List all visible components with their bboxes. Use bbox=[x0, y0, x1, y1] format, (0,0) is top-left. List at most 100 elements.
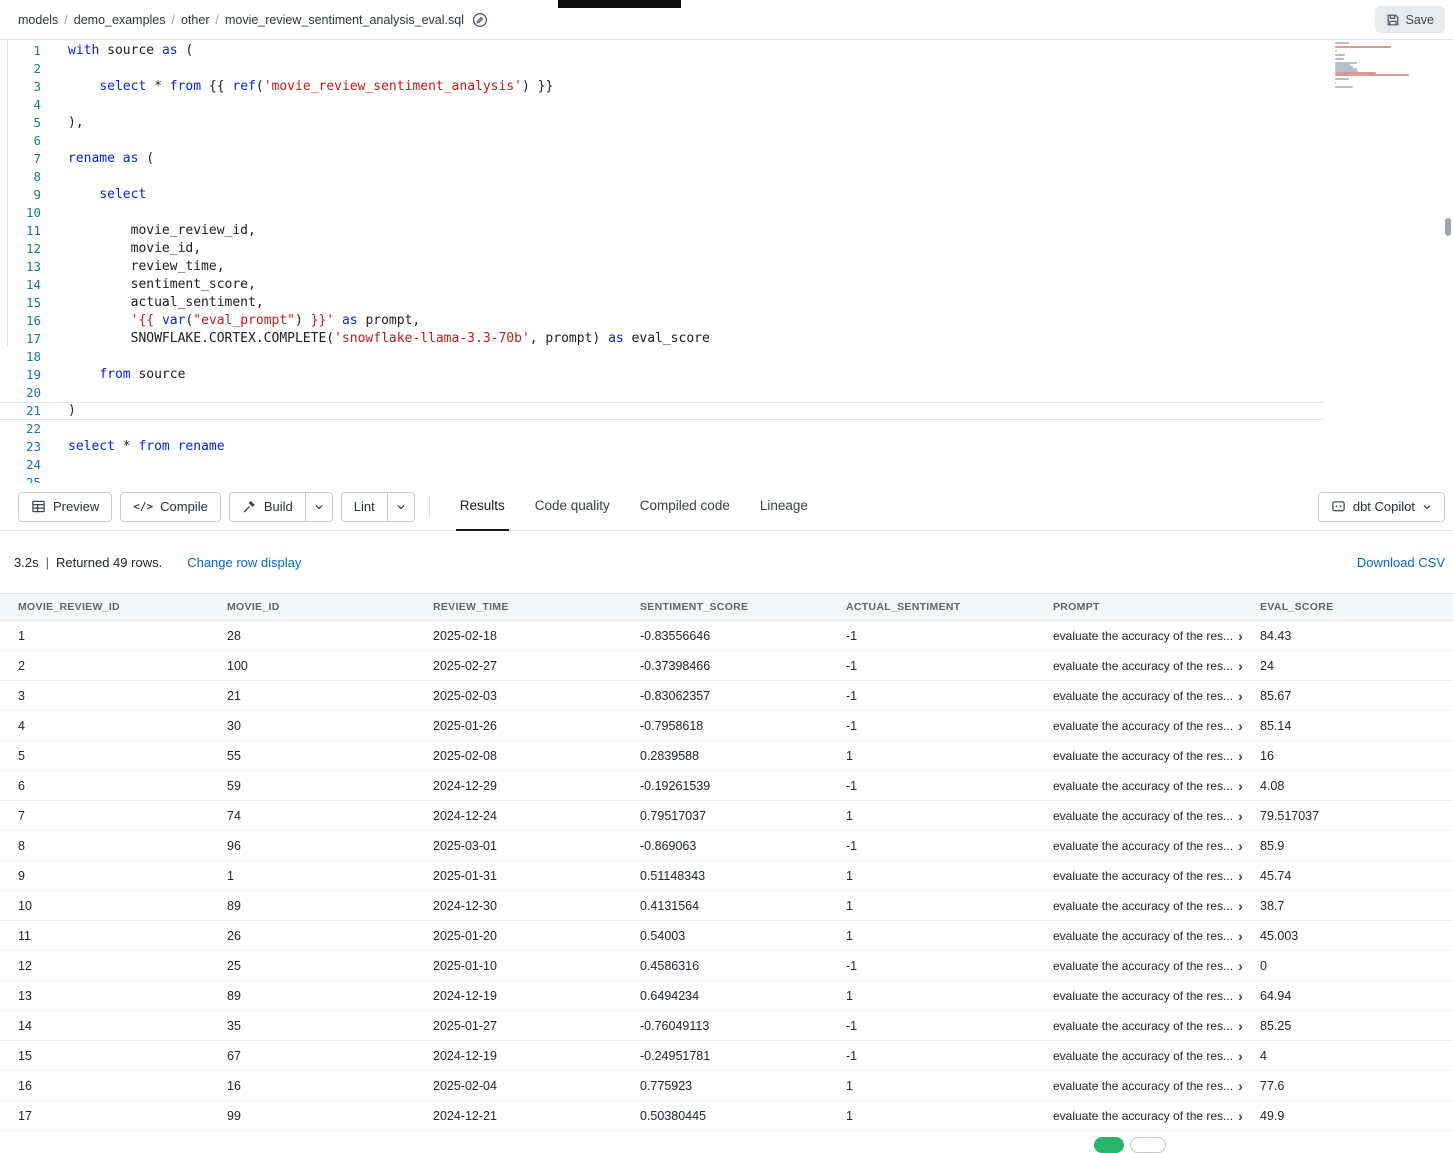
table-row: 17992024-12-210.503804451evaluate the ac… bbox=[0, 1101, 1453, 1131]
editor-line[interactable]: 9 select bbox=[0, 186, 1453, 204]
expand-prompt-icon[interactable]: › bbox=[1238, 899, 1243, 913]
build-button[interactable]: Build bbox=[229, 492, 306, 522]
editor-line[interactable]: 19 from source bbox=[0, 366, 1453, 384]
change-row-display-link[interactable]: Change row display bbox=[187, 555, 301, 570]
column-header-actual-sentiment: ACTUAL_SENTIMENT bbox=[846, 601, 1053, 613]
table-cell: 59 bbox=[227, 779, 433, 793]
expand-prompt-icon[interactable]: › bbox=[1238, 809, 1243, 823]
expand-prompt-icon[interactable]: › bbox=[1238, 629, 1243, 643]
table-cell: 1 bbox=[846, 929, 1053, 943]
table-cell: -1 bbox=[846, 719, 1053, 733]
editor-scrollbar-thumb[interactable] bbox=[1445, 218, 1451, 236]
tab-compiled-code[interactable]: Compiled code bbox=[636, 483, 734, 531]
breadcrumb-item[interactable]: other bbox=[181, 13, 210, 27]
editor-line[interactable]: 24 bbox=[0, 456, 1453, 474]
expand-prompt-icon[interactable]: › bbox=[1238, 1109, 1243, 1123]
download-csv-link[interactable]: Download CSV bbox=[1357, 555, 1445, 570]
table-cell: 74 bbox=[227, 809, 433, 823]
expand-prompt-icon[interactable]: › bbox=[1238, 1019, 1243, 1033]
tab-results[interactable]: Results bbox=[456, 483, 509, 531]
table-cell: 8 bbox=[18, 839, 227, 853]
editor-line[interactable]: 10 bbox=[0, 204, 1453, 222]
editor-line[interactable]: 15 actual_sentiment, bbox=[0, 294, 1453, 312]
prompt-preview: evaluate the accuracy of the res... bbox=[1053, 899, 1233, 913]
minimap-line bbox=[1335, 78, 1349, 80]
editor-line[interactable]: 6 bbox=[0, 132, 1453, 150]
expand-prompt-icon[interactable]: › bbox=[1238, 839, 1243, 853]
breadcrumb-item[interactable]: demo_examples bbox=[74, 13, 166, 27]
table-cell: -1 bbox=[846, 839, 1053, 853]
code-text: SNOWFLAKE.CORTEX.COMPLETE('snowflake-lla… bbox=[68, 330, 710, 348]
editor-line[interactable]: 14 sentiment_score, bbox=[0, 276, 1453, 294]
status-separator: | bbox=[46, 555, 49, 570]
expand-prompt-icon[interactable]: › bbox=[1238, 929, 1243, 943]
dbt-copilot-button[interactable]: dbt Copilot bbox=[1318, 492, 1445, 522]
table-row: 12252025-01-100.4586316-1evaluate the ac… bbox=[0, 951, 1453, 981]
table-cell: 4 bbox=[18, 719, 227, 733]
editor-line[interactable]: 23select * from rename bbox=[0, 438, 1453, 456]
code-editor[interactable]: 1with source as (23 select * from {{ ref… bbox=[0, 40, 1453, 483]
editor-line[interactable]: 5), bbox=[0, 114, 1453, 132]
editor-line[interactable]: 18 bbox=[0, 348, 1453, 366]
editor-line[interactable]: 4 bbox=[0, 96, 1453, 114]
floating-action-button[interactable] bbox=[1094, 1137, 1124, 1153]
breadcrumb-separator: / bbox=[172, 13, 175, 27]
expand-prompt-icon[interactable]: › bbox=[1238, 719, 1243, 733]
editor-line[interactable]: 16 '{{ var("eval_prompt") }}' as prompt, bbox=[0, 312, 1453, 330]
prompt-cell: evaluate the accuracy of the res...› bbox=[1053, 959, 1260, 973]
table-cell: 1 bbox=[846, 809, 1053, 823]
table-cell: 77.6 bbox=[1260, 1079, 1453, 1093]
prompt-cell: evaluate the accuracy of the res...› bbox=[1053, 659, 1260, 673]
expand-prompt-icon[interactable]: › bbox=[1238, 959, 1243, 973]
code-text: rename as ( bbox=[68, 150, 154, 168]
table-cell: 25 bbox=[227, 959, 433, 973]
left-panel-border bbox=[7, 40, 8, 346]
expand-prompt-icon[interactable]: › bbox=[1238, 989, 1243, 1003]
table-cell: 2024-12-19 bbox=[433, 1049, 640, 1063]
editor-line[interactable]: 11 movie_review_id, bbox=[0, 222, 1453, 240]
table-cell: -1 bbox=[846, 659, 1053, 673]
lint-button[interactable]: Lint bbox=[341, 492, 388, 522]
table-cell: 1 bbox=[846, 749, 1053, 763]
minimap[interactable] bbox=[1335, 42, 1432, 92]
breadcrumb-item[interactable]: movie_review_sentiment_analysis_eval.sql bbox=[225, 13, 464, 27]
compile-button[interactable]: </> Compile bbox=[120, 492, 221, 522]
editor-line[interactable]: 25 bbox=[0, 474, 1453, 483]
editor-line[interactable]: 21) bbox=[0, 402, 1323, 420]
editor-line[interactable]: 20 bbox=[0, 384, 1453, 402]
tab-lineage[interactable]: Lineage bbox=[756, 483, 812, 531]
expand-prompt-icon[interactable]: › bbox=[1238, 1079, 1243, 1093]
editor-line[interactable]: 22 bbox=[0, 420, 1453, 438]
table-cell: -0.869063 bbox=[640, 839, 846, 853]
table-row: 1282025-02-18-0.83556646-1evaluate the a… bbox=[0, 621, 1453, 651]
expand-prompt-icon[interactable]: › bbox=[1238, 659, 1243, 673]
expand-prompt-icon[interactable]: › bbox=[1238, 779, 1243, 793]
editor-line[interactable]: 2 bbox=[0, 60, 1453, 78]
table-cell: 0.4586316 bbox=[640, 959, 846, 973]
prompt-preview: evaluate the accuracy of the res... bbox=[1053, 869, 1233, 883]
edit-file-icon[interactable] bbox=[472, 12, 488, 28]
lint-dropdown-caret[interactable] bbox=[388, 492, 415, 522]
editor-line[interactable]: 1with source as ( bbox=[0, 42, 1453, 60]
save-button[interactable]: Save bbox=[1375, 6, 1446, 33]
editor-line[interactable]: 13 review_time, bbox=[0, 258, 1453, 276]
expand-prompt-icon[interactable]: › bbox=[1238, 869, 1243, 883]
editor-line[interactable]: 3 select * from {{ ref('movie_review_sen… bbox=[0, 78, 1453, 96]
editor-line[interactable]: 17 SNOWFLAKE.CORTEX.COMPLETE('snowflake-… bbox=[0, 330, 1453, 348]
table-cell: 16 bbox=[1260, 749, 1453, 763]
expand-prompt-icon[interactable]: › bbox=[1238, 689, 1243, 703]
table-cell: -1 bbox=[846, 629, 1053, 643]
expand-prompt-icon[interactable]: › bbox=[1238, 1049, 1243, 1063]
preview-button[interactable]: Preview bbox=[18, 492, 112, 522]
editor-line[interactable]: 7rename as ( bbox=[0, 150, 1453, 168]
tab-code-quality[interactable]: Code quality bbox=[531, 483, 614, 531]
build-dropdown-caret[interactable] bbox=[306, 492, 333, 522]
breadcrumb-item[interactable]: models bbox=[18, 13, 58, 27]
results-table-header: MOVIE_REVIEW_ID MOVIE_ID REVIEW_TIME SEN… bbox=[0, 593, 1453, 621]
table-cell: 1 bbox=[846, 1079, 1053, 1093]
code-text: sentiment_score, bbox=[68, 276, 256, 294]
expand-prompt-icon[interactable]: › bbox=[1238, 749, 1243, 763]
editor-line[interactable]: 12 movie_id, bbox=[0, 240, 1453, 258]
editor-line[interactable]: 8 bbox=[0, 168, 1453, 186]
secondary-floating-button[interactable] bbox=[1130, 1137, 1166, 1153]
